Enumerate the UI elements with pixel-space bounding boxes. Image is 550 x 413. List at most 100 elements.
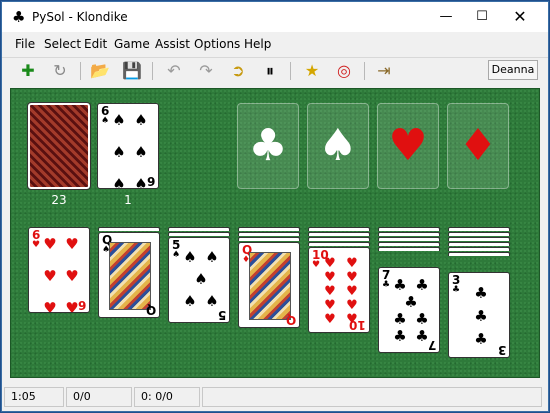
hidden-card-edge bbox=[238, 232, 300, 236]
save-icon[interactable]: 💾 bbox=[120, 60, 144, 82]
hidden-card-edge bbox=[448, 247, 510, 251]
stock-pile[interactable] bbox=[27, 102, 91, 190]
card-pips: ♣ ♣ ♣ bbox=[459, 281, 503, 351]
tableau-5-top-card[interactable]: 10 ♥ ♥ ♥ ♥ ♥ ♥ ♥ ♥ ♥ ♥ ♥ 10 bbox=[308, 247, 370, 333]
close-button[interactable]: ✕ bbox=[502, 2, 538, 32]
card-rank-bottom: 5 bbox=[217, 308, 226, 322]
pip: ♠ bbox=[134, 175, 148, 189]
statistics-icon[interactable]: ★ bbox=[300, 60, 324, 82]
card-rank-bottom: 6 bbox=[77, 298, 86, 312]
pip: ♣ bbox=[415, 309, 429, 328]
tableau-7-top-card[interactable]: 3 ♣ ♣ ♣ ♣ 3 bbox=[448, 272, 510, 358]
quit-icon[interactable]: ⇥ bbox=[372, 60, 396, 82]
foundation-hearts[interactable]: ♥ bbox=[377, 103, 439, 189]
status-moves: 0/0 bbox=[66, 387, 132, 407]
pause-icon[interactable]: ⏸ bbox=[258, 60, 282, 82]
status-time: 1:05 bbox=[4, 387, 64, 407]
card-rank-bottom: 7 bbox=[427, 338, 436, 352]
hidden-card-edge bbox=[448, 252, 510, 256]
autodrop-icon[interactable]: ➲ bbox=[226, 60, 250, 82]
waste-card[interactable]: 6 ♠ ♠ ♠ ♠ ♠ ♠ ♠ 6 bbox=[97, 103, 159, 189]
pip: ♥ bbox=[65, 299, 79, 313]
pip: ♥ bbox=[65, 235, 79, 253]
tableau-3-top-card[interactable]: 5 ♠ ♠ ♠ ♠ ♠ ♠ 5 bbox=[168, 237, 230, 323]
hidden-card-edge bbox=[308, 227, 370, 231]
menu-select[interactable]: Select bbox=[44, 37, 81, 51]
tableau-2-top-card[interactable]: Q ♠ Q bbox=[98, 232, 160, 318]
queen-face-art bbox=[109, 242, 151, 310]
menu-help[interactable]: Help bbox=[244, 37, 271, 51]
tableau-4-top-card[interactable]: Q ♦ Q bbox=[238, 242, 300, 328]
player-name-button[interactable]: Deanna bbox=[488, 60, 538, 80]
hidden-card-edge bbox=[448, 242, 510, 246]
card-pips: ♠ ♠ ♠ ♠ ♠ ♠ bbox=[108, 111, 152, 188]
waste-count: 1 bbox=[124, 193, 132, 207]
tableau-1-top-card[interactable]: 6 ♥ ♥ ♥ ♥ ♥ ♥ ♥ 6 bbox=[28, 227, 90, 313]
hidden-card-edge bbox=[168, 232, 230, 236]
hidden-card-edge bbox=[308, 242, 370, 246]
pip: ♥ bbox=[346, 255, 358, 271]
pip: ♥ bbox=[324, 269, 336, 285]
pip: ♥ bbox=[346, 269, 358, 285]
hidden-card-edge bbox=[168, 227, 230, 231]
hidden-card-edge bbox=[378, 232, 440, 236]
maximize-button[interactable]: ☐ bbox=[464, 2, 500, 32]
stock-count: 23 bbox=[51, 193, 67, 207]
app-club-icon: ♣ bbox=[12, 8, 26, 26]
menu-game[interactable]: Game bbox=[114, 37, 150, 51]
title-bar[interactable]: ♣ PySol - Klondike — ☐ ✕ bbox=[2, 2, 548, 32]
pip: ♠ bbox=[134, 111, 148, 129]
new-game-icon[interactable]: ✚ bbox=[16, 60, 40, 82]
pip: ♠ bbox=[183, 292, 197, 310]
pip: ♥ bbox=[43, 299, 57, 313]
menu-file[interactable]: File bbox=[15, 37, 35, 51]
hidden-card-edge bbox=[378, 227, 440, 231]
foundation-diamonds[interactable]: ♦ bbox=[447, 103, 509, 189]
pip: ♠ bbox=[112, 111, 126, 129]
hidden-card-edge bbox=[378, 247, 440, 251]
open-icon[interactable]: 📂 bbox=[88, 60, 112, 82]
toolbar-separator bbox=[80, 62, 81, 80]
status-message bbox=[202, 387, 542, 407]
pip: ♣ bbox=[415, 326, 429, 345]
window-title: PySol - Klondike bbox=[32, 10, 128, 24]
hidden-card-edge bbox=[98, 227, 160, 231]
foundation-clubs[interactable]: ♣ bbox=[237, 103, 299, 189]
hidden-card-edge bbox=[448, 232, 510, 236]
pip: ♠ bbox=[205, 248, 219, 266]
pip: ♥ bbox=[346, 297, 358, 313]
hidden-card-edge bbox=[448, 227, 510, 231]
game-table: 23 6 ♠ ♠ ♠ ♠ ♠ ♠ ♠ 6 1 ♣ ♠ ♥ ♦ 6 ♥ ♥ ♥ ♥… bbox=[10, 88, 540, 378]
foundation-spades[interactable]: ♠ bbox=[307, 103, 369, 189]
pip: ♠ bbox=[112, 175, 126, 189]
pip: ♥ bbox=[324, 311, 336, 327]
pip: ♥ bbox=[43, 267, 57, 285]
toolbar-separator bbox=[290, 62, 291, 80]
card-pips: ♥ ♥ ♥ ♥ ♥ ♥ ♥ ♥ ♥ ♥ bbox=[319, 255, 363, 327]
menu-options[interactable]: Options bbox=[194, 37, 240, 51]
card-rank-bottom: Q bbox=[285, 313, 296, 327]
pip: ♣ bbox=[474, 329, 488, 348]
menu-edit[interactable]: Edit bbox=[84, 37, 107, 51]
minimize-button[interactable]: — bbox=[428, 2, 464, 32]
redo-icon[interactable]: ↷ bbox=[194, 60, 218, 82]
tableau-6-top-card[interactable]: 7 ♣ ♣ ♣ ♣ ♣ ♣ ♣ ♣ 7 bbox=[378, 267, 440, 353]
hidden-card-edge bbox=[308, 237, 370, 241]
pip: ♣ bbox=[393, 275, 407, 294]
status-bar: 1:05 0/0 0: 0/0 bbox=[2, 384, 548, 411]
menu-assist[interactable]: Assist bbox=[155, 37, 190, 51]
hidden-card-edge bbox=[378, 237, 440, 241]
undo-icon[interactable]: ↶ bbox=[162, 60, 186, 82]
pip: ♠ bbox=[194, 270, 208, 288]
pip: ♥ bbox=[346, 283, 358, 299]
restart-icon[interactable]: ↻ bbox=[48, 60, 72, 82]
hidden-card-edge bbox=[238, 237, 300, 241]
pip: ♣ bbox=[393, 309, 407, 328]
pip: ♥ bbox=[324, 255, 336, 271]
pip: ♣ bbox=[415, 275, 429, 294]
pip: ♠ bbox=[205, 292, 219, 310]
pip: ♠ bbox=[134, 143, 148, 161]
rules-icon[interactable]: ◎ bbox=[332, 60, 356, 82]
pip: ♣ bbox=[474, 306, 488, 325]
status-score: 0: 0/0 bbox=[134, 387, 200, 407]
